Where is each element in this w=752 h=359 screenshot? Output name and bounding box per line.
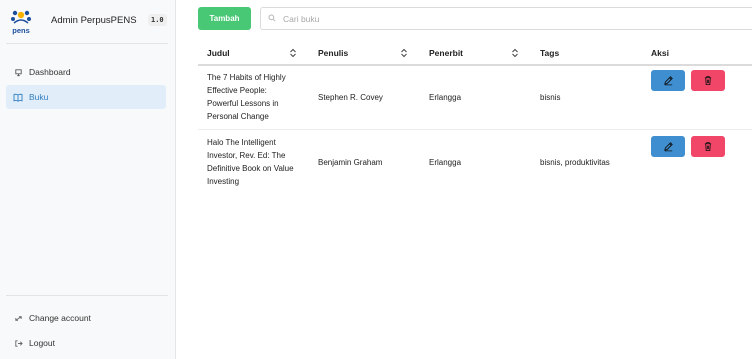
sort-icon[interactable]: [511, 48, 519, 58]
pens-logo: pens: [11, 10, 31, 35]
cell-penulis: Benjamin Graham: [318, 158, 383, 167]
trash-icon: [704, 76, 712, 86]
sidebar-item-label: Dashboard: [29, 67, 71, 77]
cell-judul: Halo The Intelligent Investor, Rev. Ed: …: [207, 138, 294, 186]
edit-button[interactable]: [651, 136, 685, 157]
sidebar-item-dashboard[interactable]: Dashboard: [6, 60, 166, 84]
logout-icon: [13, 338, 23, 348]
sidebar-item-change-account[interactable]: Change account: [6, 306, 166, 330]
sidebar: pens Admin PerpusPENS 1.0 Dashboard Buku…: [0, 0, 176, 359]
logo-text: pens: [12, 26, 30, 35]
sidebar-item-buku[interactable]: Buku: [6, 85, 166, 109]
dashboard-icon: [13, 67, 23, 77]
delete-button[interactable]: [691, 70, 725, 91]
sidebar-item-logout[interactable]: Logout: [6, 331, 166, 355]
add-book-button[interactable]: Tambah: [198, 7, 251, 30]
header-tags: Tags: [540, 48, 560, 58]
trash-icon: [704, 142, 712, 152]
sidebar-item-label: Logout: [29, 338, 55, 348]
cell-tags: bisnis: [540, 93, 561, 102]
sidebar-divider-top: [6, 43, 168, 44]
brand-title: Admin PerpusPENS: [51, 15, 137, 26]
cell-penerbit: Erlangga: [429, 158, 462, 167]
edit-icon: [663, 76, 673, 86]
search-icon: [268, 13, 276, 24]
sort-icon[interactable]: [289, 48, 297, 58]
header-aksi: Aksi: [651, 48, 669, 58]
header-penerbit[interactable]: Penerbit: [429, 48, 463, 58]
switch-account-icon: [13, 313, 23, 323]
table-row: Halo The Intelligent Investor, Rev. Ed: …: [198, 130, 752, 194]
book-icon: [13, 92, 23, 102]
sort-icon[interactable]: [400, 48, 408, 58]
search-box[interactable]: [260, 7, 752, 30]
cell-penerbit: Erlangga: [429, 93, 462, 102]
delete-button[interactable]: [691, 136, 725, 157]
brand: pens Admin PerpusPENS 1.0: [8, 6, 168, 36]
sidebar-item-label: Buku: [29, 92, 49, 102]
version-badge: 1.0: [148, 14, 167, 26]
header-penulis[interactable]: Penulis: [318, 48, 348, 58]
cell-penulis: Stephen R. Covey: [318, 93, 383, 102]
table-header: Judul Penulis Penerbit Tags Aksi: [198, 40, 752, 66]
sidebar-divider-bottom: [6, 295, 168, 296]
header-judul[interactable]: Judul: [207, 48, 230, 58]
table-row: The 7 Habits of Highly Effective People:…: [198, 66, 752, 130]
main-content: Tambah Judul Penulis Penerbit Tags Aksi …: [177, 0, 752, 359]
edit-icon: [663, 142, 673, 152]
books-table: Judul Penulis Penerbit Tags Aksi The 7 H…: [198, 40, 752, 194]
cell-judul: The 7 Habits of Highly Effective People:…: [207, 73, 286, 121]
cell-tags: bisnis, produktivitas: [540, 158, 610, 167]
edit-button[interactable]: [651, 70, 685, 91]
sidebar-item-label: Change account: [29, 313, 91, 323]
search-input[interactable]: [283, 13, 723, 24]
